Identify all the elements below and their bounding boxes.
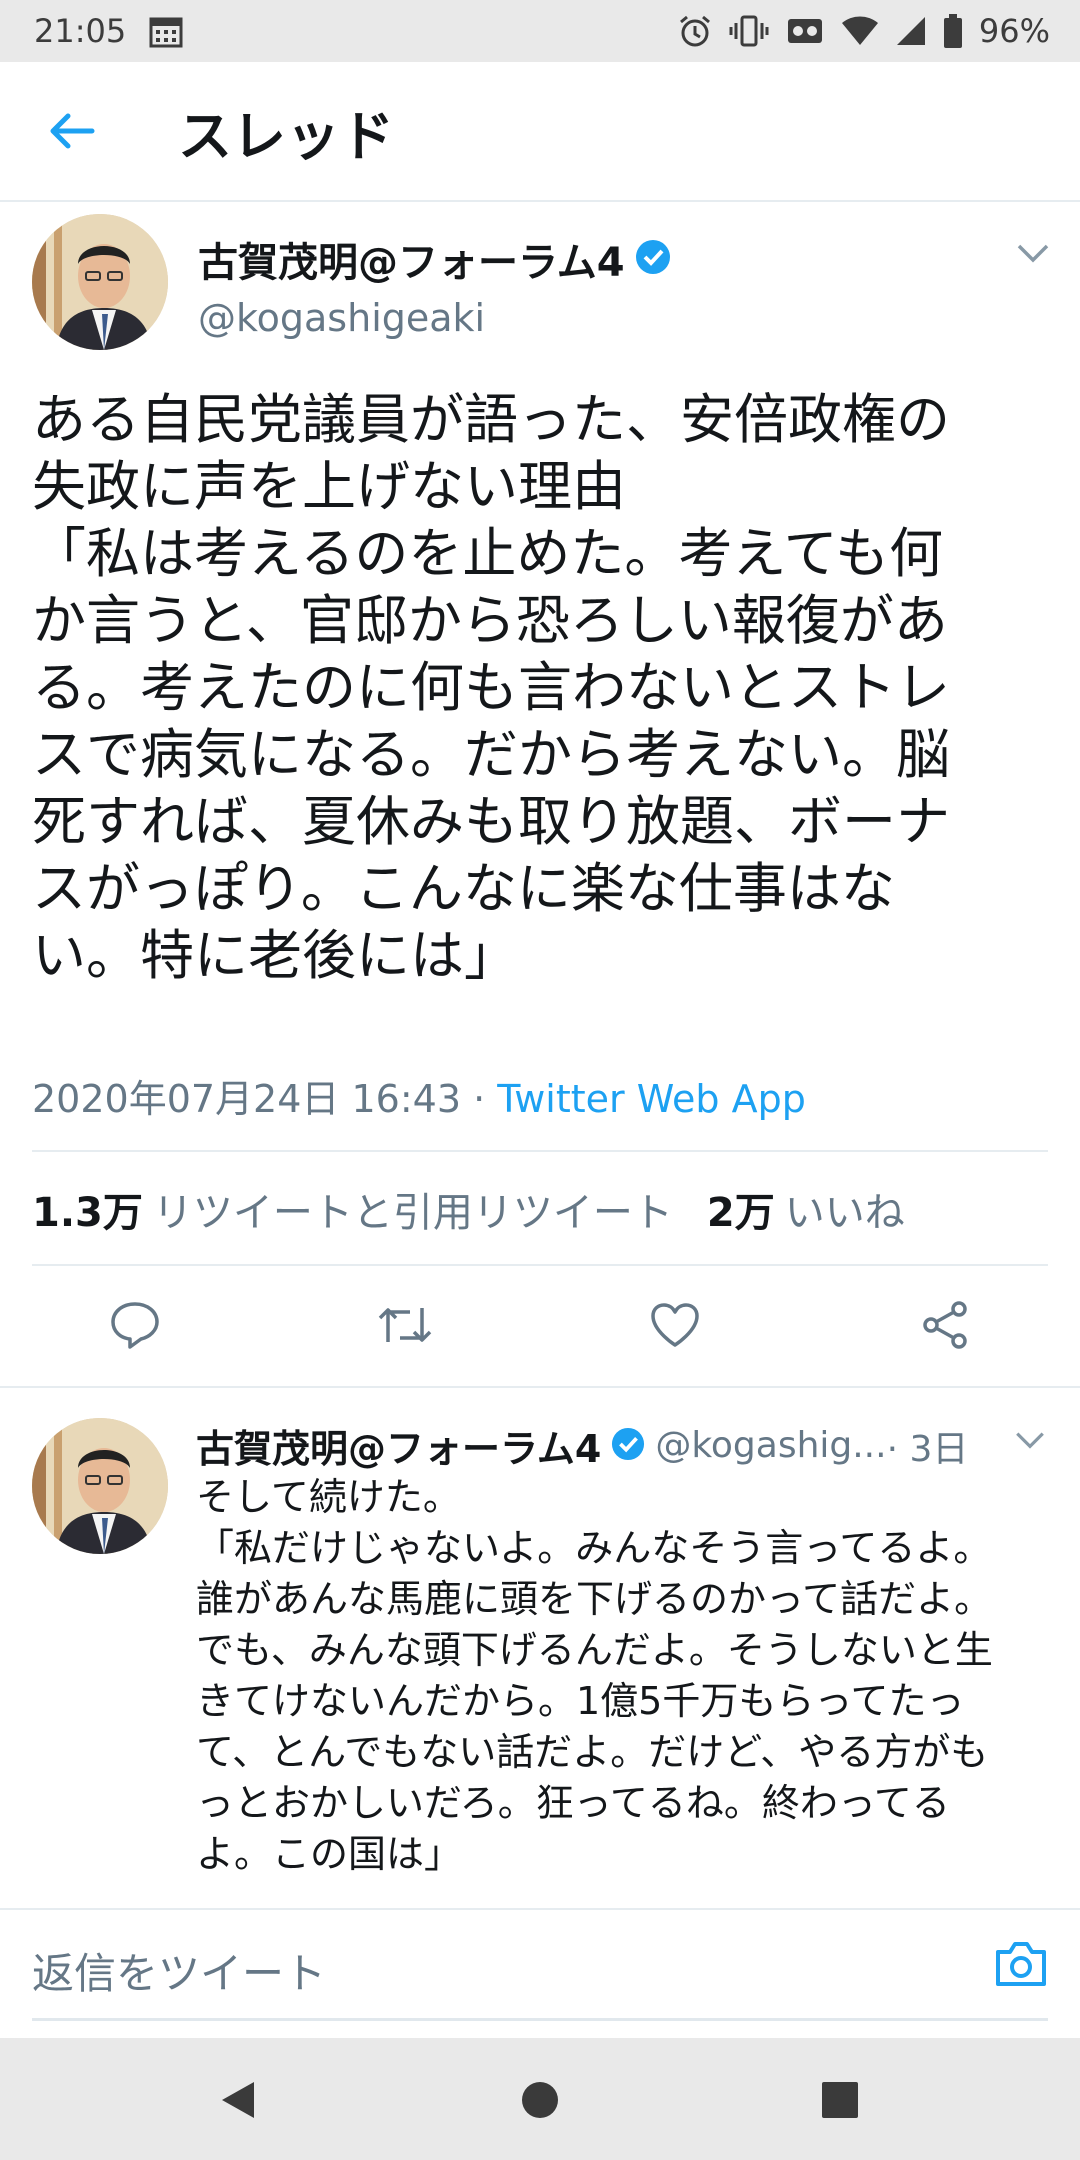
back-arrow-icon bbox=[50, 113, 95, 149]
timestamp: 2020年07月24日 16:43 bbox=[32, 1077, 462, 1121]
reply-header: 古賀茂明@フォーラム4 @kogashig... · 3日 bbox=[196, 1418, 996, 1473]
calendar-icon bbox=[148, 13, 184, 49]
author-name-row[interactable]: 古賀茂明@フォーラム4 bbox=[198, 230, 671, 288]
source-link[interactable]: Twitter Web App bbox=[497, 1077, 806, 1121]
battery-icon bbox=[943, 13, 963, 49]
page-title: スレッド bbox=[178, 104, 394, 168]
app-bar: スレッド bbox=[0, 62, 1080, 202]
nav-recents-icon bbox=[822, 2082, 858, 2118]
handle[interactable]: @kogashig... bbox=[655, 1425, 886, 1466]
back-button[interactable] bbox=[34, 93, 110, 169]
camera-icon bbox=[996, 1942, 1046, 1986]
battery-percent: 96% bbox=[978, 12, 1050, 50]
alarm-icon bbox=[677, 13, 713, 49]
share-button[interactable] bbox=[910, 1290, 980, 1360]
avatar[interactable] bbox=[32, 1418, 168, 1554]
reply-composer[interactable]: 返信をツイート bbox=[0, 1912, 1080, 2024]
status-bar: 21:05 96% bbox=[0, 0, 1080, 62]
reply-text: そして続けた。 「私だけじゃないよ。みんなそう言ってるよ。 誰があんな馬鹿に頭を… bbox=[196, 1475, 993, 1876]
handle[interactable]: @kogashigeaki bbox=[198, 296, 485, 340]
retweets-count: 1.3万 bbox=[32, 1190, 143, 1236]
retweet-icon bbox=[378, 1308, 432, 1342]
like-icon bbox=[651, 1303, 699, 1347]
like-button[interactable] bbox=[640, 1290, 710, 1360]
nav-home-button[interactable] bbox=[514, 2074, 566, 2126]
retweets-link[interactable]: リツイートと引用リツイート bbox=[153, 1180, 673, 1238]
reply-input[interactable]: 返信をツイート bbox=[32, 1940, 326, 2001]
reply-icon bbox=[111, 1302, 159, 1349]
avatar[interactable] bbox=[32, 214, 168, 350]
meta-separator: · bbox=[461, 1077, 498, 1121]
nav-recents-button[interactable] bbox=[814, 2074, 866, 2126]
tweet-text: ある自民党議員が語った、安倍政権の 失政に声を上げない理由 「私は考えるのを止め… bbox=[32, 388, 950, 987]
chevron-down-icon[interactable] bbox=[1016, 242, 1050, 268]
verified-badge-icon bbox=[635, 239, 671, 279]
cast-icon bbox=[785, 13, 825, 49]
nav-home-icon bbox=[522, 2082, 558, 2118]
divider bbox=[32, 1150, 1048, 1152]
verified-badge-icon bbox=[611, 1427, 645, 1465]
retweet-button[interactable] bbox=[370, 1290, 440, 1360]
compose-underline bbox=[32, 2018, 1048, 2021]
reply-button[interactable] bbox=[100, 1290, 170, 1360]
share-icon bbox=[923, 1301, 967, 1349]
tweet-actions bbox=[0, 1266, 1080, 1386]
status-time: 21:05 bbox=[34, 12, 127, 50]
display-name: 古賀茂明@フォーラム4 bbox=[198, 240, 625, 286]
chevron-down-icon[interactable] bbox=[1014, 1430, 1046, 1454]
nav-back-button[interactable] bbox=[212, 2074, 264, 2126]
tweet-separator bbox=[0, 1908, 1080, 1910]
camera-button[interactable] bbox=[994, 1938, 1048, 1992]
display-name[interactable]: 古賀茂明@フォーラム4 bbox=[196, 1418, 601, 1473]
wifi-icon bbox=[841, 13, 879, 49]
nav-back-icon bbox=[222, 2082, 254, 2118]
tweet-meta: 2020年07月24日 16:43 · Twitter Web App bbox=[32, 1068, 806, 1123]
signal-icon bbox=[895, 13, 927, 49]
system-nav-bar bbox=[0, 2038, 1080, 2160]
likes-count: 2万 bbox=[706, 1190, 775, 1236]
tweet-stats: 1.3万 リツイートと引用リツイート 2万 いいね bbox=[32, 1180, 905, 1238]
time-ago: · 3日 bbox=[886, 1428, 969, 1470]
likes-link[interactable]: いいね bbox=[785, 1180, 905, 1238]
tweet-separator bbox=[0, 1386, 1080, 1388]
vibrate-icon bbox=[729, 13, 769, 49]
